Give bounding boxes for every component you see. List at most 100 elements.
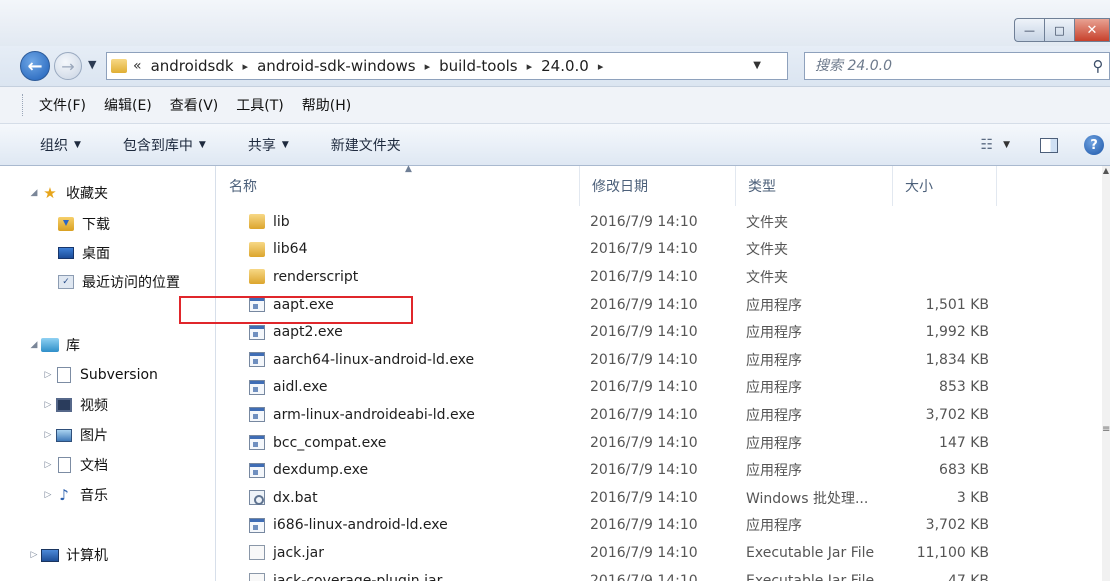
breadcrumb-item[interactable]: build-tools (439, 57, 518, 75)
breadcrumb-item[interactable]: android-sdk-windows (257, 57, 416, 75)
collapsed-triangle-icon[interactable]: ▷ (28, 550, 40, 560)
file-type: 应用程序 (746, 325, 802, 342)
expanded-triangle-icon[interactable]: ◢ (28, 188, 40, 198)
nav-libraries[interactable]: ◢ 库 (28, 332, 80, 358)
collapsed-triangle-icon[interactable]: ▷ (42, 370, 54, 380)
close-button[interactable]: ✕ (1074, 18, 1110, 42)
exe-icon (249, 517, 265, 533)
breadcrumb-item[interactable]: 24.0.0 (541, 57, 589, 75)
nav-subversion[interactable]: ▷ Subversion (42, 362, 158, 388)
expanded-triangle-icon[interactable]: ◢ (28, 340, 40, 350)
file-name: lib64 (273, 241, 308, 258)
column-headers: 名称 ▲ 修改日期 类型 大小 (217, 164, 1102, 206)
view-options-icon[interactable]: ☷ (981, 137, 994, 153)
share-button[interactable]: 共享 ▼ (248, 135, 289, 155)
breadcrumb-separator-icon[interactable]: ▸ (243, 60, 249, 73)
video-icon-wrap (54, 397, 74, 413)
nav-documents[interactable]: ▷ 文档 (42, 452, 108, 478)
file-row[interactable]: dx.bat 2016/7/9 14:10 Windows 批处理... 3 KB (217, 484, 1102, 512)
chevron-down-icon[interactable]: ▼ (1003, 140, 1010, 150)
star-icon: ★ (43, 184, 57, 202)
nav-libraries-label: 库 (66, 338, 80, 354)
breadcrumb-overflow[interactable]: « (133, 58, 142, 74)
collapsed-triangle-icon[interactable]: ▷ (42, 460, 54, 470)
file-row[interactable]: dexdump.exe 2016/7/9 14:10 应用程序 683 KB (217, 456, 1102, 484)
file-size: 147 KB (939, 434, 989, 451)
scroll-thumb-grip-icon[interactable]: ≡ (1102, 424, 1110, 435)
exe-icon (249, 407, 265, 423)
file-row[interactable]: jack.jar 2016/7/9 14:10 Executable Jar Fil… (217, 539, 1102, 567)
nav-favorites[interactable]: ◢ ★ 收藏夹 (28, 180, 108, 206)
column-header-date[interactable]: 修改日期 (580, 166, 736, 206)
column-name-label: 名称 (229, 179, 257, 195)
vertical-scrollbar[interactable]: ▲ ≡ (1102, 166, 1110, 581)
menu-help[interactable]: 帮助(H) (302, 95, 351, 115)
minimize-icon: — (1024, 23, 1035, 37)
file-row[interactable]: lib64 2016/7/9 14:10 文件夹 (217, 236, 1102, 264)
search-box: ⚲ (804, 52, 1110, 80)
forward-button[interactable]: → (54, 52, 82, 80)
forward-arrow-icon: → (61, 56, 75, 76)
column-header-name[interactable]: 名称 ▲ (217, 164, 580, 206)
address-history-dropdown[interactable]: ▼ (753, 60, 761, 71)
collapsed-triangle-icon[interactable]: ▷ (42, 430, 54, 440)
menu-view[interactable]: 查看(V) (170, 95, 219, 115)
subversion-icon-wrap (54, 367, 74, 383)
file-row[interactable]: jack-coverage-plugin.jar 2016/7/9 14:10 Ex… (217, 567, 1102, 581)
file-row[interactable]: arm-linux-androideabi-ld.exe 2016/7/9 14:… (217, 401, 1102, 429)
file-type: Executable Jar File (746, 572, 875, 581)
file-row[interactable]: aarch64-linux-android-ld.exe 2016/7/9 14:… (217, 346, 1102, 374)
back-button[interactable]: ← (20, 51, 50, 81)
search-input[interactable] (805, 54, 1087, 78)
organize-button[interactable]: 组织 ▼ (40, 135, 81, 155)
file-row[interactable]: renderscript 2016/7/9 14:10 文件夹 (217, 263, 1102, 291)
column-header-size[interactable]: 大小 (893, 166, 997, 206)
nav-music[interactable]: ▷ ♪ 音乐 (42, 482, 108, 508)
new-folder-button[interactable]: 新建文件夹 (331, 135, 401, 155)
file-row[interactable]: i686-linux-android-ld.exe 2016/7/9 14:10 应… (217, 512, 1102, 540)
preview-pane-icon[interactable] (1040, 137, 1058, 153)
file-row[interactable]: lib 2016/7/9 14:10 文件夹 (217, 208, 1102, 236)
file-row-highlighted[interactable]: aapt.exe 2016/7/9 14:10 应用程序 1,501 KB (217, 291, 1102, 319)
nav-videos[interactable]: ▷ 视频 (42, 392, 108, 418)
file-rows: lib 2016/7/9 14:10 文件夹 lib64 2016/7/9 14:10… (217, 208, 1102, 581)
file-date: 2016/7/9 14:10 (590, 572, 698, 581)
breadcrumb-separator-icon[interactable]: ▸ (425, 60, 431, 73)
collapsed-triangle-icon[interactable]: ▷ (42, 490, 54, 500)
menu-file[interactable]: 文件(F) (39, 95, 86, 115)
search-icon[interactable]: ⚲ (1087, 57, 1109, 75)
file-row[interactable]: aapt2.exe 2016/7/9 14:10 应用程序 1,992 KB (217, 318, 1102, 346)
nav-desktop[interactable]: 桌面 (56, 240, 110, 266)
nav-computer[interactable]: ▷ 计算机 (28, 542, 108, 568)
nav-pictures[interactable]: ▷ 图片 (42, 422, 108, 448)
scroll-up-icon[interactable]: ▲ (1102, 166, 1110, 175)
exe-icon (249, 297, 265, 313)
include-in-library-button[interactable]: 包含到库中 ▼ (123, 135, 206, 155)
address-bar[interactable]: « androidsdk ▸ android-sdk-windows ▸ bui… (106, 52, 887, 80)
maximize-button[interactable]: □ (1044, 18, 1074, 42)
collapsed-triangle-icon[interactable]: ▷ (42, 400, 54, 410)
file-row[interactable]: bcc_compat.exe 2016/7/9 14:10 应用程序 147 KB (217, 429, 1102, 457)
command-bar: 组织 ▼ 包含到库中 ▼ 共享 ▼ 新建文件夹 ☷ ▼ ? (0, 124, 1110, 166)
nav-downloads[interactable]: 下载 (56, 211, 110, 237)
file-date: 2016/7/9 14:10 (590, 241, 698, 258)
share-label: 共享 (247, 137, 276, 154)
chevron-down-icon: ▼ (74, 139, 81, 150)
nav-recent-places[interactable]: ✓ 最近访问的位置 (56, 269, 180, 295)
help-icon[interactable]: ? (1084, 135, 1104, 155)
file-type: 应用程序 (746, 380, 802, 397)
file-type: 文件夹 (746, 214, 788, 231)
breadcrumb-separator-icon[interactable]: ▸ (527, 60, 533, 73)
file-row[interactable]: aidl.exe 2016/7/9 14:10 应用程序 853 KB (217, 374, 1102, 402)
minimize-button[interactable]: — (1014, 18, 1044, 42)
column-header-type[interactable]: 类型 (736, 166, 893, 206)
breadcrumb-separator-icon[interactable]: ▸ (598, 60, 604, 73)
file-name: aapt2.exe (273, 324, 343, 341)
menu-edit[interactable]: 编辑(E) (104, 95, 152, 115)
breadcrumb-item[interactable]: androidsdk (151, 57, 234, 75)
batch-file-icon (249, 490, 265, 506)
file-date: 2016/7/9 14:10 (590, 489, 698, 506)
menu-tools[interactable]: 工具(T) (236, 95, 283, 115)
picture-icon (56, 428, 72, 442)
recent-pages-dropdown[interactable]: ▼ (88, 58, 96, 71)
